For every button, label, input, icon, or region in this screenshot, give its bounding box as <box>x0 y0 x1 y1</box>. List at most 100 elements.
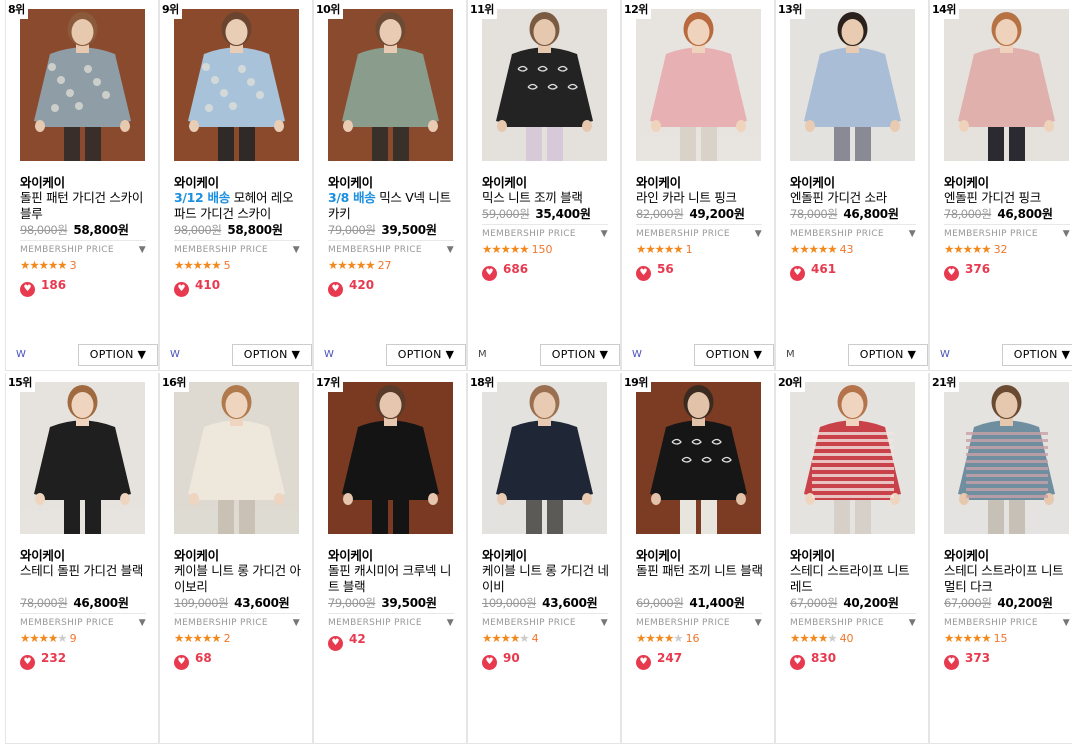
brand-name[interactable]: 와이케이 <box>944 545 989 564</box>
product-name[interactable]: 돌핀 패턴 가디건 스카이블루 <box>20 190 148 222</box>
product-name[interactable]: 3/12 배송 모헤어 레오파드 가디건 스카이 <box>174 190 302 222</box>
product-image[interactable] <box>20 9 145 161</box>
star-rating-icon: ★★★★★ <box>482 631 530 645</box>
product-name[interactable]: 3/8 배송 믹스 V넥 니트 카키 <box>328 190 456 222</box>
like-button[interactable]: ♥ 376 <box>944 262 990 281</box>
membership-price-toggle[interactable]: MEMBERSHIP PRICE ▼ <box>328 613 454 628</box>
brand-name[interactable]: 와이케이 <box>174 172 219 191</box>
original-price: 109,000원 <box>482 596 537 610</box>
product-name[interactable]: 스테디 돌핀 가디건 블랙 <box>20 563 148 579</box>
product-card[interactable]: 13위 와이케이 엔돌핀 가디건 소라 78,000원 46,800원 MEMBERSHI… <box>775 0 929 371</box>
product-image[interactable] <box>944 382 1069 534</box>
like-button[interactable]: ♥ 56 <box>636 262 674 281</box>
membership-price-toggle[interactable]: MEMBERSHIP PRICE ▼ <box>790 224 916 239</box>
product-name[interactable]: 엔돌핀 가디건 핑크 <box>944 190 1072 206</box>
brand-name[interactable]: 와이케이 <box>790 545 835 564</box>
membership-price-toggle[interactable]: MEMBERSHIP PRICE ▼ <box>328 240 454 255</box>
gender-tag: M <box>478 349 487 360</box>
product-image[interactable] <box>790 382 915 534</box>
brand-name[interactable]: 와이케이 <box>20 172 65 191</box>
product-name[interactable]: 케이블 니트 롱 가디건 아이보리 <box>174 563 302 595</box>
product-image[interactable] <box>482 382 607 534</box>
product-image[interactable] <box>328 382 453 534</box>
like-button[interactable]: ♥ 830 <box>790 651 836 670</box>
product-image[interactable] <box>174 9 299 161</box>
chevron-down-icon: ▼ <box>138 245 146 255</box>
brand-name[interactable]: 와이케이 <box>636 172 681 191</box>
product-card[interactable]: 11위 와이케이 믹스 니트 조끼 블랙 59,000원 35,400원 MEMBERSH… <box>467 0 621 371</box>
like-button[interactable]: ♥ 247 <box>636 651 682 670</box>
product-name[interactable]: 돌핀 패턴 조끼 니트 블랙 <box>636 563 764 579</box>
product-card[interactable]: 15위 와이케이 스테디 돌핀 가디건 블랙 78,000원 46,800원 MEMBER… <box>5 373 159 744</box>
like-button[interactable]: ♥ 420 <box>328 278 374 297</box>
review-count: 150 <box>531 243 553 256</box>
option-button[interactable]: OPTION ▼ <box>1002 344 1072 366</box>
product-card[interactable]: 12위 와이케이 라인 카라 니트 핑크 82,000원 49,200원 MEMBERSH… <box>621 0 775 371</box>
product-image[interactable] <box>944 9 1069 161</box>
membership-price-toggle[interactable]: MEMBERSHIP PRICE ▼ <box>20 240 146 255</box>
product-image[interactable] <box>174 382 299 534</box>
product-name[interactable]: 스테디 스트라이프 니트 멀티 다크 <box>944 563 1072 595</box>
product-name[interactable]: 믹스 니트 조끼 블랙 <box>482 190 610 206</box>
membership-price-toggle[interactable]: MEMBERSHIP PRICE ▼ <box>482 613 608 628</box>
membership-price-toggle[interactable]: MEMBERSHIP PRICE ▼ <box>944 613 1070 628</box>
membership-price-toggle[interactable]: MEMBERSHIP PRICE ▼ <box>790 613 916 628</box>
product-card[interactable]: 14위 와이케이 엔돌핀 가디건 핑크 78,000원 46,800원 MEMBERSHI… <box>929 0 1072 371</box>
product-image[interactable] <box>482 9 607 161</box>
brand-name[interactable]: 와이케이 <box>636 545 681 564</box>
product-image[interactable] <box>328 9 453 161</box>
brand-name[interactable]: 와이케이 <box>482 545 527 564</box>
brand-name[interactable]: 와이케이 <box>944 172 989 191</box>
like-button[interactable]: ♥ 42 <box>328 632 366 651</box>
membership-price-toggle[interactable]: MEMBERSHIP PRICE ▼ <box>174 613 300 628</box>
brand-name[interactable]: 와이케이 <box>328 172 373 191</box>
membership-price-label: MEMBERSHIP PRICE <box>20 618 114 628</box>
like-button[interactable]: ♥ 410 <box>174 278 220 297</box>
option-button[interactable]: OPTION ▼ <box>232 344 312 366</box>
like-button[interactable]: ♥ 373 <box>944 651 990 670</box>
option-button[interactable]: OPTION ▼ <box>694 344 774 366</box>
product-name-text: 엔돌핀 가디건 소라 <box>790 190 887 205</box>
like-button[interactable]: ♥ 686 <box>482 262 528 281</box>
product-card[interactable]: 9위 와이케이 3/12 배송 모헤어 레오파드 가디건 스카이 98,000원 58,… <box>159 0 313 371</box>
membership-price-toggle[interactable]: MEMBERSHIP PRICE ▼ <box>20 613 146 628</box>
product-card[interactable]: 10위 와이케이 3/8 배송 믹스 V넥 니트 카키 79,000원 39,500원 M… <box>313 0 467 371</box>
product-card[interactable]: 18위 와이케이 케이블 니트 롱 가디건 네이비 109,000원 43,600원 ME… <box>467 373 621 744</box>
product-card[interactable]: 20위 와이케이 스테디 스트라이프 니트 레드 67,000원 40,200원 MEMB… <box>775 373 929 744</box>
sale-price: 43,600원 <box>542 596 598 610</box>
product-card[interactable]: 17위 와이케이 돌핀 캐시미어 크루넥 니트 블랙 79,000원 39,500원 ME… <box>313 373 467 744</box>
membership-price-toggle[interactable]: MEMBERSHIP PRICE ▼ <box>636 613 762 628</box>
option-button[interactable]: OPTION ▼ <box>386 344 466 366</box>
product-card[interactable]: 21위 와이케이 스테디 스트라이프 니트 멀티 다크 67,000원 40,200원 M… <box>929 373 1072 744</box>
product-name[interactable]: 라인 카라 니트 핑크 <box>636 190 764 206</box>
membership-price-toggle[interactable]: MEMBERSHIP PRICE ▼ <box>174 240 300 255</box>
product-image[interactable] <box>20 382 145 534</box>
membership-price-toggle[interactable]: MEMBERSHIP PRICE ▼ <box>636 224 762 239</box>
brand-name[interactable]: 와이케이 <box>174 545 219 564</box>
like-button[interactable]: ♥ 186 <box>20 278 66 297</box>
product-name[interactable]: 케이블 니트 롱 가디건 네이비 <box>482 563 610 595</box>
brand-name[interactable]: 와이케이 <box>482 172 527 191</box>
chevron-down-icon: ▼ <box>292 618 300 628</box>
product-card[interactable]: 16위 와이케이 케이블 니트 롱 가디건 아이보리 109,000원 43,600원 M… <box>159 373 313 744</box>
product-card[interactable]: 19위 와이케이 돌핀 패턴 조끼 니트 블랙 69,000원 41,400원 MEMBE… <box>621 373 775 744</box>
membership-price-toggle[interactable]: MEMBERSHIP PRICE ▼ <box>944 224 1070 239</box>
like-button[interactable]: ♥ 90 <box>482 651 520 670</box>
product-card[interactable]: 8위 와이케이 돌핀 패턴 가디건 스카이블루 98,000원 58,800원 MEMBE… <box>5 0 159 371</box>
product-name[interactable]: 스테디 스트라이프 니트 레드 <box>790 563 918 595</box>
like-button[interactable]: ♥ 232 <box>20 651 66 670</box>
product-image[interactable] <box>636 382 761 534</box>
like-button[interactable]: ♥ 68 <box>174 651 212 670</box>
option-button[interactable]: OPTION ▼ <box>848 344 928 366</box>
option-button[interactable]: OPTION ▼ <box>78 344 158 366</box>
option-button[interactable]: OPTION ▼ <box>540 344 620 366</box>
membership-price-toggle[interactable]: MEMBERSHIP PRICE ▼ <box>482 224 608 239</box>
brand-name[interactable]: 와이케이 <box>20 545 65 564</box>
brand-name[interactable]: 와이케이 <box>790 172 835 191</box>
brand-name[interactable]: 와이케이 <box>328 545 373 564</box>
product-name[interactable]: 엔돌핀 가디건 소라 <box>790 190 918 206</box>
like-button[interactable]: ♥ 461 <box>790 262 836 281</box>
product-image[interactable] <box>636 9 761 161</box>
product-image[interactable] <box>790 9 915 161</box>
product-name[interactable]: 돌핀 캐시미어 크루넥 니트 블랙 <box>328 563 456 595</box>
